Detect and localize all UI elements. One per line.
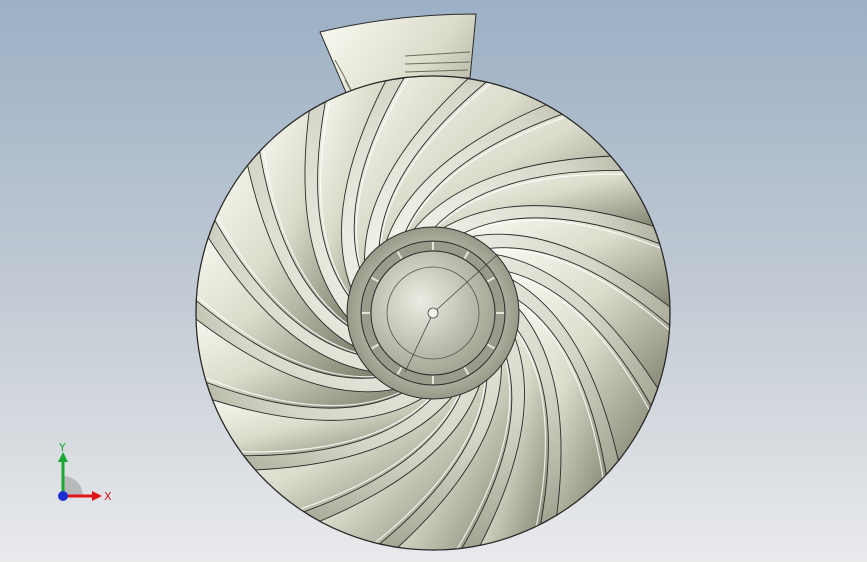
shaft-center [427, 307, 439, 319]
impeller-model[interactable] [0, 0, 867, 562]
graphics-viewport[interactable]: Y X [0, 0, 867, 562]
z-axis-dot [58, 491, 68, 501]
coordinate-triad: Y X [58, 441, 112, 503]
x-axis-label: X [104, 490, 112, 503]
y-axis-label: Y [58, 441, 66, 454]
hub [346, 226, 520, 400]
